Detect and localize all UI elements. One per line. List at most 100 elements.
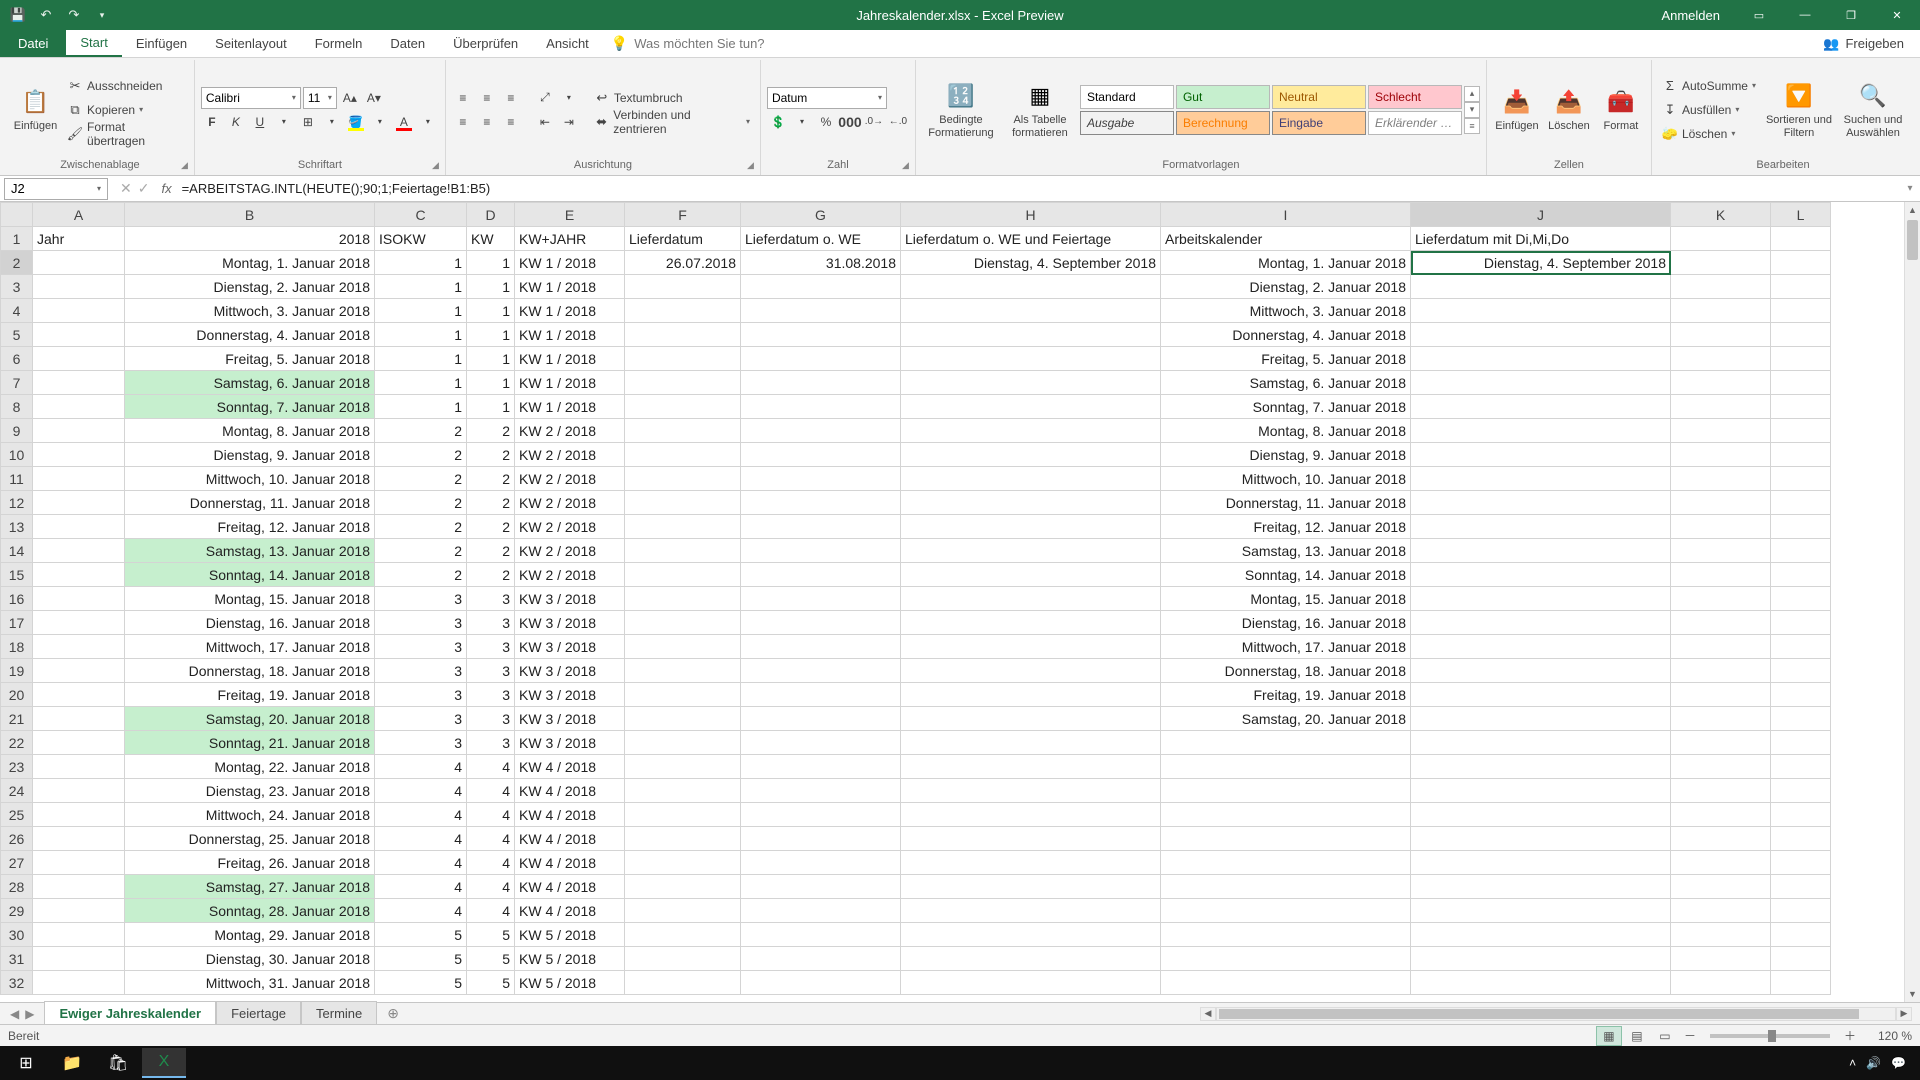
cell-G18[interactable] — [741, 635, 901, 659]
cell-A16[interactable] — [33, 587, 125, 611]
cell-C6[interactable]: 1 — [375, 347, 467, 371]
cell-A19[interactable] — [33, 659, 125, 683]
cell-L29[interactable] — [1771, 899, 1831, 923]
column-header-C[interactable]: C — [375, 203, 467, 227]
cell-I20[interactable]: Freitag, 19. Januar 2018 — [1161, 683, 1411, 707]
column-header-I[interactable]: I — [1161, 203, 1411, 227]
cell-F25[interactable] — [625, 803, 741, 827]
cell-A4[interactable] — [33, 299, 125, 323]
cell-D11[interactable]: 2 — [467, 467, 515, 491]
row-header-28[interactable]: 28 — [1, 875, 33, 899]
cell-K15[interactable] — [1671, 563, 1771, 587]
format-as-table-button[interactable]: ▦ Als Tabelle formatieren — [1004, 72, 1076, 148]
cell-B19[interactable]: Donnerstag, 18. Januar 2018 — [125, 659, 375, 683]
row-header-3[interactable]: 3 — [1, 275, 33, 299]
cell-A31[interactable] — [33, 947, 125, 971]
row-header-13[interactable]: 13 — [1, 515, 33, 539]
column-header-J[interactable]: J — [1411, 203, 1671, 227]
cell-B7[interactable]: Samstag, 6. Januar 2018 — [125, 371, 375, 395]
cell-I8[interactable]: Sonntag, 7. Januar 2018 — [1161, 395, 1411, 419]
select-all-corner[interactable] — [1, 203, 33, 227]
cell-J26[interactable] — [1411, 827, 1671, 851]
cell-L16[interactable] — [1771, 587, 1831, 611]
sheet-tab-1[interactable]: Feiertage — [216, 1001, 301, 1027]
cell-D24[interactable]: 4 — [467, 779, 515, 803]
cell-H7[interactable] — [901, 371, 1161, 395]
cell-K25[interactable] — [1671, 803, 1771, 827]
paste-button[interactable]: 📋 Einfügen — [12, 72, 59, 148]
cell-A26[interactable] — [33, 827, 125, 851]
cell-A27[interactable] — [33, 851, 125, 875]
cell-E2[interactable]: KW 1 / 2018 — [515, 251, 625, 275]
cell-C31[interactable]: 5 — [375, 947, 467, 971]
undo-icon[interactable]: ↶ — [36, 5, 56, 25]
cell-E9[interactable]: KW 2 / 2018 — [515, 419, 625, 443]
cell-E12[interactable]: KW 2 / 2018 — [515, 491, 625, 515]
cell-F7[interactable] — [625, 371, 741, 395]
row-header-20[interactable]: 20 — [1, 683, 33, 707]
cell-B28[interactable]: Samstag, 27. Januar 2018 — [125, 875, 375, 899]
taskbar-store[interactable]: 🛍 — [96, 1048, 140, 1078]
cell-L9[interactable] — [1771, 419, 1831, 443]
row-header-21[interactable]: 21 — [1, 707, 33, 731]
cell-J23[interactable] — [1411, 755, 1671, 779]
cell-F16[interactable] — [625, 587, 741, 611]
alignment-dialog-launcher-icon[interactable]: ◢ — [747, 160, 754, 171]
cell-I22[interactable] — [1161, 731, 1411, 755]
underline-dropdown[interactable]: ▾ — [273, 111, 295, 133]
cell-L14[interactable] — [1771, 539, 1831, 563]
cell-C22[interactable]: 3 — [375, 731, 467, 755]
cell-L13[interactable] — [1771, 515, 1831, 539]
qat-customize-icon[interactable]: ▾ — [92, 5, 112, 25]
cell-D23[interactable]: 4 — [467, 755, 515, 779]
cell-E23[interactable]: KW 4 / 2018 — [515, 755, 625, 779]
cell-K31[interactable] — [1671, 947, 1771, 971]
row-header-16[interactable]: 16 — [1, 587, 33, 611]
cell-E19[interactable]: KW 3 / 2018 — [515, 659, 625, 683]
cell-B6[interactable]: Freitag, 5. Januar 2018 — [125, 347, 375, 371]
cell-E14[interactable]: KW 2 / 2018 — [515, 539, 625, 563]
cell-L26[interactable] — [1771, 827, 1831, 851]
sheet-nav-prev-icon[interactable]: ◀ — [10, 1007, 19, 1021]
cell-A21[interactable] — [33, 707, 125, 731]
cell-K3[interactable] — [1671, 275, 1771, 299]
cell-B15[interactable]: Sonntag, 14. Januar 2018 — [125, 563, 375, 587]
cell-D6[interactable]: 1 — [467, 347, 515, 371]
cell-J8[interactable] — [1411, 395, 1671, 419]
cell-C30[interactable]: 5 — [375, 923, 467, 947]
cell-F6[interactable] — [625, 347, 741, 371]
cell-E11[interactable]: KW 2 / 2018 — [515, 467, 625, 491]
cell-J10[interactable] — [1411, 443, 1671, 467]
cell-I23[interactable] — [1161, 755, 1411, 779]
cell-G19[interactable] — [741, 659, 901, 683]
add-sheet-button[interactable]: ⊕ — [377, 1005, 409, 1022]
cell-G30[interactable] — [741, 923, 901, 947]
cell-K1[interactable] — [1671, 227, 1771, 251]
cell-D26[interactable]: 4 — [467, 827, 515, 851]
orientation-dropdown[interactable]: ▾ — [558, 87, 580, 109]
cell-D8[interactable]: 1 — [467, 395, 515, 419]
cell-E22[interactable]: KW 3 / 2018 — [515, 731, 625, 755]
cell-B16[interactable]: Montag, 15. Januar 2018 — [125, 587, 375, 611]
row-header-32[interactable]: 32 — [1, 971, 33, 995]
cell-L27[interactable] — [1771, 851, 1831, 875]
cell-J28[interactable] — [1411, 875, 1671, 899]
fill-color-dropdown[interactable]: ▾ — [369, 111, 391, 133]
cell-C19[interactable]: 3 — [375, 659, 467, 683]
cell-J2[interactable]: Dienstag, 4. September 2018 — [1411, 251, 1671, 275]
cell-G12[interactable] — [741, 491, 901, 515]
cell-C26[interactable]: 4 — [375, 827, 467, 851]
cell-J21[interactable] — [1411, 707, 1671, 731]
cell-G21[interactable] — [741, 707, 901, 731]
cell-D21[interactable]: 3 — [467, 707, 515, 731]
cell-J16[interactable] — [1411, 587, 1671, 611]
cell-B22[interactable]: Sonntag, 21. Januar 2018 — [125, 731, 375, 755]
sheet-table[interactable]: ABCDEFGHIJKL1Jahr2018ISOKWKWKW+JAHRLiefe… — [0, 202, 1831, 995]
cell-G9[interactable] — [741, 419, 901, 443]
style-eingabe[interactable]: Eingabe — [1272, 111, 1366, 135]
formula-bar-expand-icon[interactable]: ▾ — [1900, 183, 1920, 194]
tray-chevron-icon[interactable]: ˄ — [1849, 1056, 1856, 1070]
cell-H16[interactable] — [901, 587, 1161, 611]
cell-E16[interactable]: KW 3 / 2018 — [515, 587, 625, 611]
cell-L32[interactable] — [1771, 971, 1831, 995]
